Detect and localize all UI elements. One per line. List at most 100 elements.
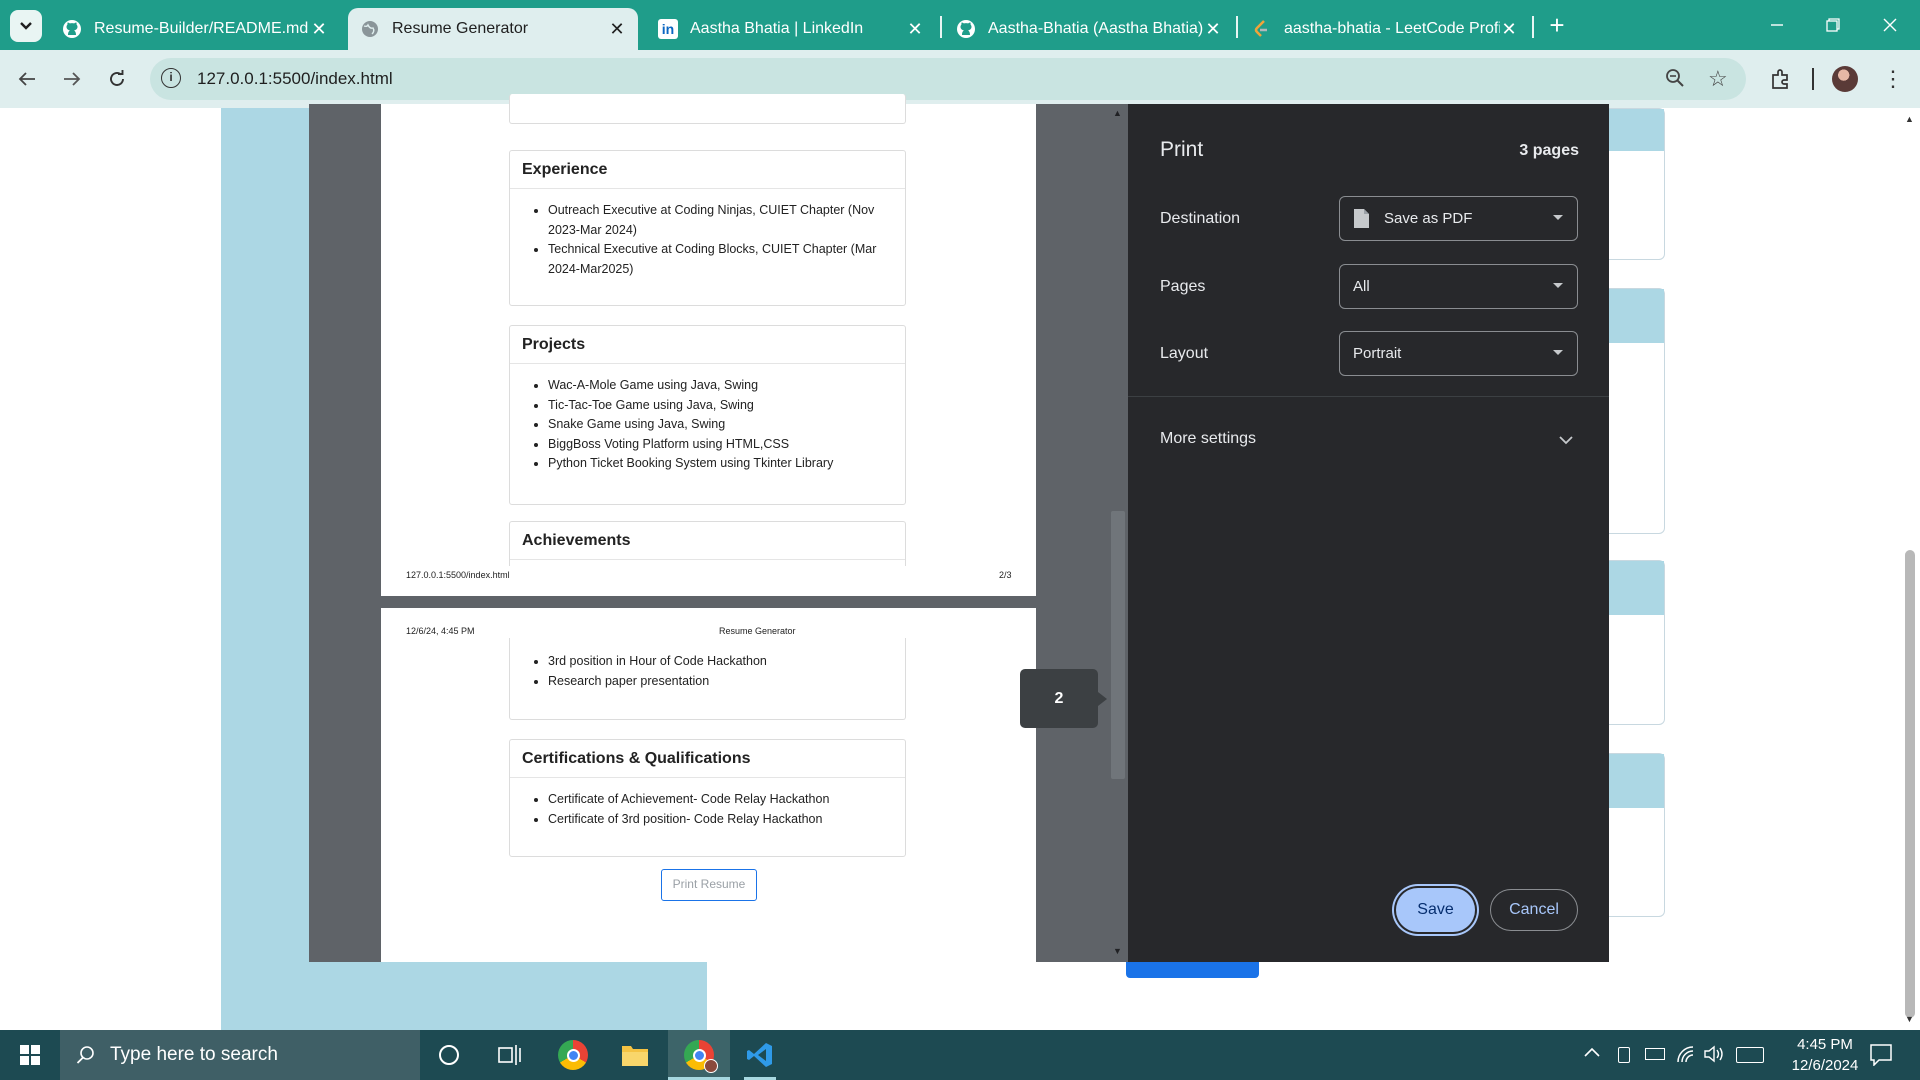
wifi-icon[interactable] (1676, 1045, 1696, 1068)
destination-select[interactable]: Save as PDF (1339, 196, 1578, 241)
page-header-title: Resume Generator (719, 626, 796, 636)
tab-title: Resume Generator (392, 20, 529, 37)
tab-readme[interactable]: Resume-Builder/README.md at ✕ (50, 8, 340, 50)
experience-card: Experience Outreach Executive at Coding … (509, 150, 906, 306)
keyboard-icon[interactable] (1736, 1047, 1764, 1063)
github-icon (62, 19, 82, 39)
page-scrollbar[interactable]: ▲ ▼ (1900, 108, 1920, 1030)
new-tab-button[interactable]: + (1542, 10, 1572, 40)
restore-button[interactable] (1818, 10, 1848, 40)
forward-button[interactable] (57, 64, 87, 94)
minimize-button[interactable] (1762, 10, 1792, 40)
scroll-up-icon[interactable]: ▲ (1905, 114, 1914, 124)
close-icon (1883, 18, 1897, 32)
tab-separator (1236, 16, 1238, 38)
tab-bar: Resume-Builder/README.md at ✕ Resume Gen… (0, 0, 1920, 50)
browser-toolbar: i 127.0.0.1:5500/index.html ☆ ⋮ (0, 50, 1920, 108)
layout-select[interactable]: Portrait (1339, 331, 1578, 376)
volume-icon[interactable] (1704, 1045, 1726, 1068)
tab-resume-generator[interactable]: Resume Generator ✕ (348, 8, 638, 50)
list-item: Snake Game using Java, Swing (548, 415, 905, 435)
page-count: 3 pages (1519, 142, 1579, 159)
browser-menu-button[interactable]: ⋮ (1878, 64, 1908, 94)
more-settings-toggle[interactable]: More settings (1128, 420, 1609, 460)
page-number: 2 (1054, 690, 1064, 707)
task-view-button[interactable] (488, 1030, 532, 1080)
preview-scrollbar-thumb[interactable] (1111, 511, 1125, 779)
notification-icon[interactable] (1870, 1044, 1892, 1071)
site-info-icon[interactable]: i (161, 68, 181, 88)
section-heading: Experience (510, 151, 905, 189)
chevron-down-icon (1559, 436, 1573, 445)
preview-page-2: Experience Outreach Executive at Coding … (381, 94, 1036, 596)
tab-title: Resume-Builder/README.md at (94, 20, 310, 37)
close-tab-icon[interactable]: ✕ (1204, 19, 1222, 40)
chrome-active-taskbar-button[interactable] (668, 1030, 730, 1080)
form-card-header (1608, 561, 1664, 615)
address-bar[interactable]: i 127.0.0.1:5500/index.html ☆ (150, 58, 1746, 100)
list-item: Wac-A-Mole Game using Java, Swing (548, 376, 905, 396)
cortana-button[interactable] (428, 1030, 470, 1080)
linkedin-icon: in (658, 19, 678, 39)
list-item: BiggBoss Voting Platform using HTML,CSS (548, 435, 905, 455)
list-item: Certificate of 3rd position- Code Relay … (548, 810, 905, 830)
section-heading: Certifications & Qualifications (510, 740, 905, 778)
close-tab-icon[interactable]: ✕ (1500, 19, 1518, 40)
list-item: 3rd position in Hour of Code Hackathon (548, 652, 905, 672)
print-resume-button: Print Resume (661, 869, 757, 901)
back-button[interactable] (12, 64, 42, 94)
url-text[interactable]: 127.0.0.1:5500/index.html (197, 69, 393, 89)
zoom-icon[interactable] (1665, 68, 1685, 93)
scroll-down-icon[interactable]: ▼ (1113, 946, 1122, 956)
page-number-badge-pointer (1098, 692, 1107, 706)
close-tab-icon[interactable]: ✕ (608, 19, 626, 40)
page-scrollbar-thumb[interactable] (1905, 550, 1915, 1018)
device-icon[interactable] (1618, 1047, 1630, 1063)
form-card (1608, 288, 1665, 534)
close-window-button[interactable] (1875, 10, 1905, 40)
file-explorer-button[interactable] (612, 1030, 658, 1080)
close-tab-icon[interactable]: ✕ (906, 19, 924, 40)
reload-button[interactable] (102, 64, 132, 94)
close-tab-icon[interactable]: ✕ (310, 19, 328, 40)
github-icon (956, 19, 976, 39)
extensions-button[interactable] (1766, 64, 1796, 94)
tab-leetcode[interactable]: aastha-bhatia - LeetCode Profile ✕ (1240, 8, 1530, 50)
previous-section-card (509, 94, 906, 124)
print-preview-area[interactable]: Experience Outreach Executive at Coding … (309, 94, 1128, 962)
list-item: Python Ticket Booking System using Tkint… (548, 454, 905, 474)
show-hidden-icons-chevron[interactable] (1584, 1044, 1600, 1062)
cortana-icon (439, 1045, 459, 1065)
tab-github-profile[interactable]: Aastha-Bhatia (Aastha Bhatia) ✕ (944, 8, 1234, 50)
bookmark-star-icon[interactable]: ☆ (1708, 66, 1728, 92)
start-button[interactable] (0, 1030, 60, 1080)
chrome-taskbar-button[interactable] (550, 1030, 596, 1080)
windows-logo-icon (20, 1045, 40, 1065)
pages-value: All (1353, 278, 1370, 295)
scroll-up-icon[interactable]: ▲ (1113, 108, 1122, 118)
form-card (1608, 753, 1665, 917)
taskbar-search-box[interactable]: Type here to search (60, 1030, 420, 1080)
page-header-date: 12/6/24, 4:45 PM (406, 626, 475, 636)
form-card-header (1608, 109, 1664, 151)
search-placeholder: Type here to search (110, 1044, 278, 1065)
cancel-button[interactable]: Cancel (1490, 889, 1578, 931)
layout-value: Portrait (1353, 345, 1402, 362)
pages-select[interactable]: All (1339, 264, 1578, 309)
tab-search-button[interactable] (10, 10, 42, 42)
chrome-profile-icon (684, 1040, 718, 1073)
destination-value: Save as PDF (1384, 210, 1473, 227)
vscode-taskbar-button[interactable] (736, 1030, 784, 1080)
tab-linkedin[interactable]: in Aastha Bhatia | LinkedIn ✕ (646, 8, 936, 50)
clock[interactable]: 4:45 PM 12/6/2024 (1776, 1034, 1874, 1076)
list-item: Tic-Tac-Toe Game using Java, Swing (548, 396, 905, 416)
forward-arrow-icon (64, 72, 81, 86)
tab-separator (940, 16, 942, 38)
scroll-down-icon[interactable]: ▼ (1905, 1014, 1914, 1024)
folder-icon (622, 1046, 648, 1066)
battery-icon[interactable] (1645, 1048, 1665, 1060)
profile-avatar[interactable] (1830, 64, 1860, 94)
clock-date: 12/6/2024 (1791, 1057, 1859, 1074)
preview-scrollbar[interactable]: ▲ ▼ (1108, 104, 1128, 962)
save-button[interactable]: Save (1396, 888, 1475, 932)
